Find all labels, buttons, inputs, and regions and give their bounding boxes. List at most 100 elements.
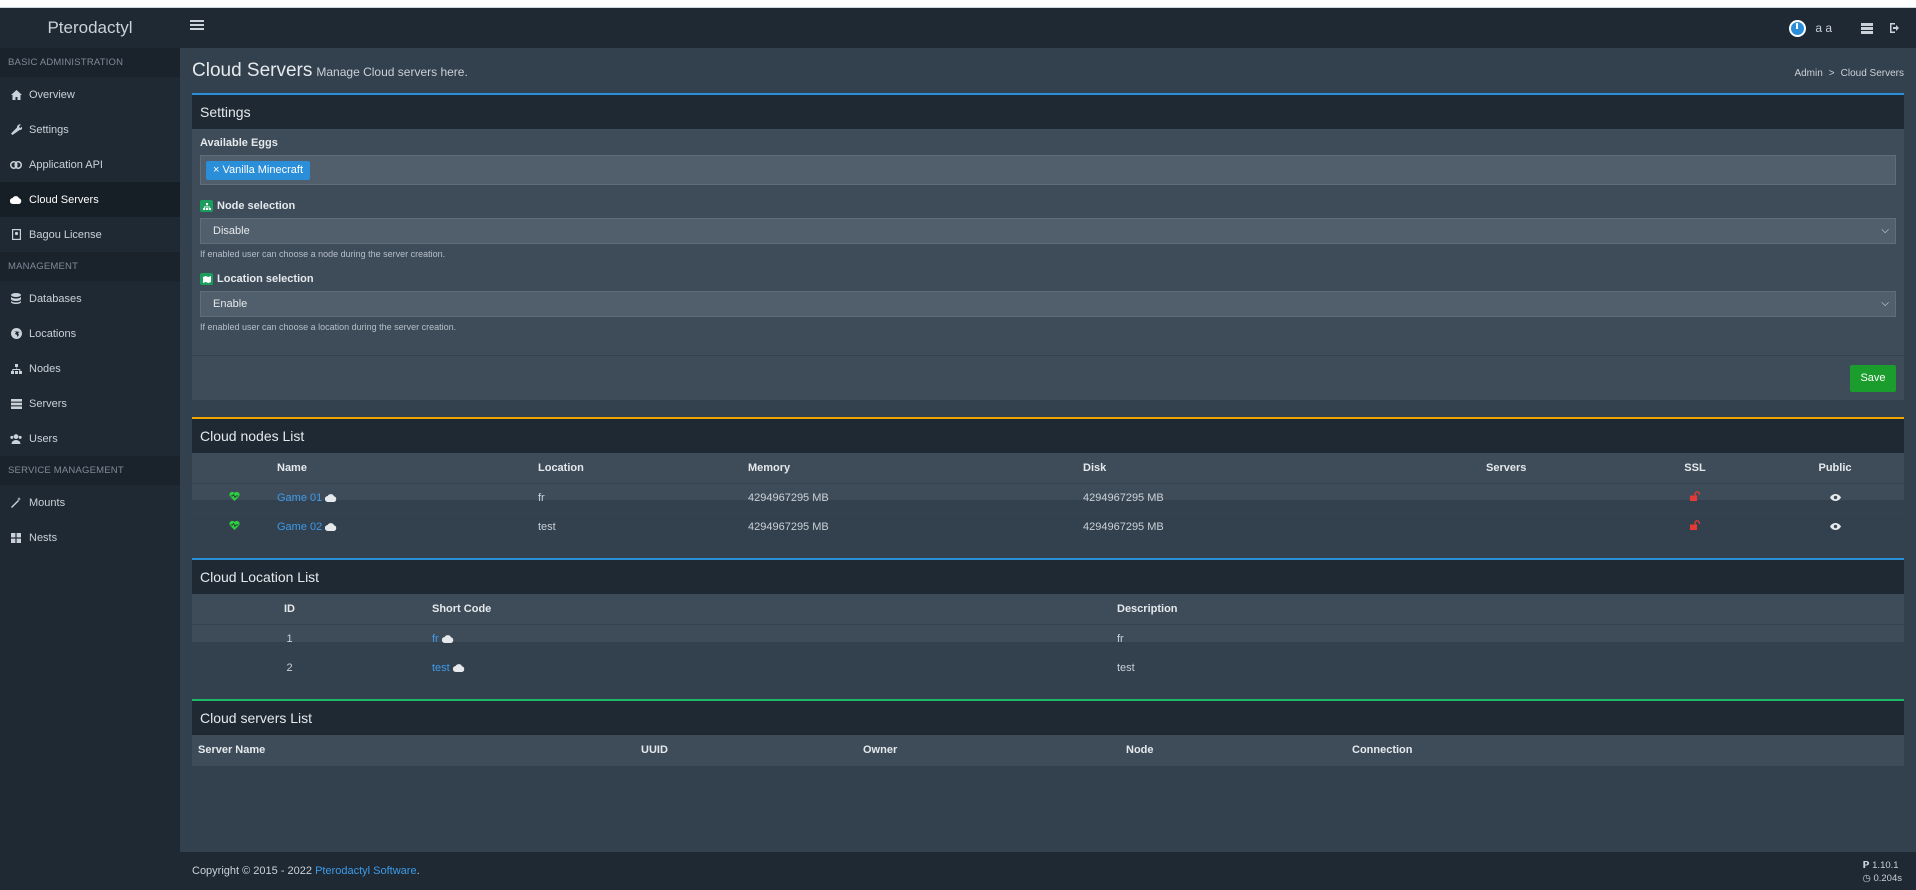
license-icon (10, 229, 22, 241)
sidebar-item-settings[interactable]: Settings (0, 112, 180, 147)
table-row: Game 01 fr 4294967295 MB 4294967295 MB (192, 482, 1904, 512)
location-link[interactable]: fr (432, 633, 439, 645)
unlock-icon (1690, 491, 1701, 501)
server-list-icon[interactable] (1860, 21, 1874, 35)
settings-box: Settings Available Eggs × Vanilla Minecr… (192, 93, 1904, 400)
location-selection-label-text: Location selection (217, 273, 314, 285)
copyright-text: Copyright © 2015 - 2022 (192, 865, 313, 877)
location-desc-cell: fr (1117, 623, 1904, 653)
version-info: 𝗣 1.10.1 ◷ 0.204s (1863, 859, 1902, 885)
sidebar-section-service-management: SERVICE MANAGEMENT (0, 456, 180, 485)
location-id-cell: 1 (192, 623, 387, 653)
cloud-icon (441, 634, 453, 643)
table-row: 1 fr fr (192, 623, 1904, 653)
node-link[interactable]: Game 02 (277, 521, 322, 533)
public-cell (1766, 482, 1904, 512)
column-owner: Owner (863, 744, 898, 756)
node-selection-label: Node selection (200, 200, 295, 212)
map-icon (200, 273, 213, 285)
node-link[interactable]: Game 01 (277, 492, 322, 504)
remove-chip-icon[interactable]: × (213, 164, 219, 176)
sidebar-item-overview[interactable]: Overview (0, 77, 180, 112)
eye-icon (1829, 522, 1841, 530)
logout-icon[interactable] (1888, 21, 1902, 35)
available-eggs-label: Available Eggs (200, 137, 278, 149)
top-navbar: Pterodactyl a a (0, 8, 1916, 48)
sidebar-item-locations[interactable]: Locations (0, 316, 180, 351)
location-link[interactable]: test (432, 662, 450, 674)
breadcrumb-separator: > (1828, 68, 1835, 79)
sidebar-item-users[interactable]: Users (0, 421, 180, 456)
cloud-icon (325, 493, 337, 502)
node-servers-cell (1486, 511, 1624, 541)
version-number: 1.10.1 (1872, 860, 1899, 871)
node-selection-select[interactable]: Disable ⌵ (200, 218, 1896, 244)
node-servers-cell (1486, 482, 1624, 512)
user-name[interactable]: a a (1815, 21, 1832, 35)
node-selection-help: If enabled user can choose a node during… (200, 249, 446, 259)
eye-icon (1829, 493, 1841, 501)
chevron-down-icon: ⌵ (1881, 225, 1889, 236)
column-short-code: Short Code (432, 602, 492, 615)
location-selection-help: If enabled user can choose a location du… (200, 322, 457, 332)
th-large-icon (10, 532, 22, 544)
node-memory-cell: 4294967295 MB (748, 482, 1083, 512)
menu-icon[interactable] (190, 18, 204, 32)
column-uuid: UUID (641, 744, 668, 756)
globe-icon (10, 328, 22, 340)
sidebar-item-servers[interactable]: Servers (0, 386, 180, 421)
pterodactyl-link[interactable]: Pterodactyl Software (315, 865, 417, 877)
column-servers: Servers (1486, 461, 1527, 474)
ssl-cell (1624, 482, 1766, 512)
sidebar-item-mounts[interactable]: Mounts (0, 485, 180, 520)
save-button[interactable]: Save (1850, 365, 1896, 392)
sidebar-item-label: Nests (29, 531, 58, 544)
column-ssl: SSL (1684, 461, 1706, 474)
sidebar-item-nests[interactable]: Nests (0, 520, 180, 555)
magic-icon (10, 497, 22, 509)
location-selection-select[interactable]: Enable ⌵ (200, 291, 1896, 317)
sidebar: BASIC ADMINISTRATION Overview Settings A… (0, 48, 180, 890)
location-selection-label: Location selection (200, 273, 314, 285)
sidebar-item-databases[interactable]: Databases (0, 281, 180, 316)
power-avatar-icon[interactable] (1789, 19, 1807, 37)
node-name-cell: Game 01 (277, 482, 538, 512)
sidebar-item-label: Databases (29, 292, 82, 305)
app-logo[interactable]: Pterodactyl (0, 8, 180, 48)
location-id-cell: 2 (192, 652, 387, 682)
sidebar-item-label: Application API (29, 158, 103, 171)
location-selection-value: Enable (213, 298, 248, 310)
users-icon (10, 433, 22, 445)
sidebar-item-nodes[interactable]: Nodes (0, 351, 180, 386)
sidebar-item-bagou-license[interactable]: Bagou License (0, 217, 180, 252)
version-line: 𝗣 1.10.1 (1863, 859, 1902, 872)
node-location-cell: test (538, 511, 748, 541)
clock-icon: ◷ (1862, 873, 1871, 884)
sidebar-item-label: Nodes (29, 362, 61, 375)
home-icon (10, 89, 22, 101)
breadcrumb: Admin > Cloud Servers (1794, 68, 1904, 79)
egg-chip[interactable]: × Vanilla Minecraft (206, 161, 310, 180)
column-description: Description (1117, 602, 1178, 615)
cloud-icon (452, 663, 464, 672)
column-connection: Connection (1352, 744, 1413, 756)
sitemap-icon (200, 200, 213, 212)
cloud-servers-title: Cloud servers List (192, 701, 1904, 735)
breadcrumb-admin[interactable]: Admin (1794, 68, 1822, 79)
column-public: Public (1818, 461, 1852, 474)
sidebar-item-application-api[interactable]: Application API (0, 147, 180, 182)
sidebar-item-cloud-servers[interactable]: Cloud Servers (0, 182, 180, 217)
cloud-icon (325, 522, 337, 531)
egg-chip-label: Vanilla Minecraft (222, 164, 304, 176)
column-memory: Memory (748, 461, 791, 474)
sidebar-item-label: Bagou License (29, 228, 102, 241)
location-short-cell: test (387, 652, 1117, 682)
cloud-nodes-box: Cloud nodes List Name Location Memory Di… (192, 417, 1904, 541)
column-disk: Disk (1083, 461, 1107, 474)
available-eggs-input[interactable]: × Vanilla Minecraft (200, 155, 1896, 185)
sidebar-item-label: Users (29, 432, 58, 445)
public-cell (1766, 511, 1904, 541)
sidebar-section-management: MANAGEMENT (0, 252, 180, 281)
copyright: Copyright © 2015 - 2022 Pterodactyl Soft… (192, 865, 420, 877)
node-location-cell: fr (538, 482, 748, 512)
